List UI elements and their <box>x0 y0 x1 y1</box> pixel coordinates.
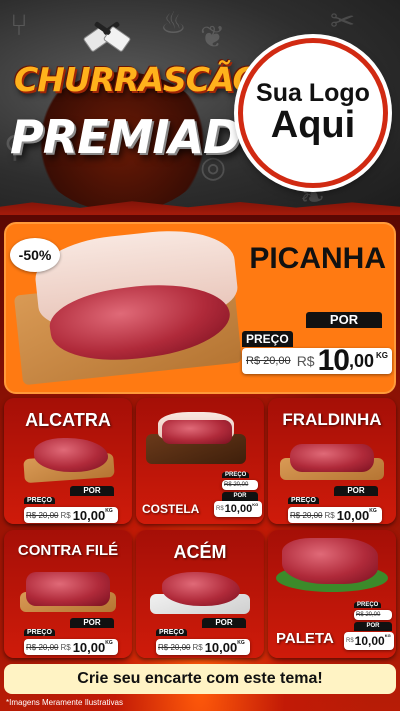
por-label: POR <box>202 618 246 628</box>
product-name: FRALDINHA <box>282 410 382 429</box>
product-name: COSTELA <box>142 502 200 516</box>
currency: R$ <box>324 510 335 520</box>
price-box: POR PREÇO R$ 20,00 R$ 10,00 KG <box>24 618 128 655</box>
price: 10,00 <box>336 507 370 523</box>
price-body: R$ 20,00 R$ 10,00 KG <box>156 639 250 655</box>
hero-unit: KG <box>376 351 388 360</box>
price-body: R$ 10,00 KG <box>214 501 262 517</box>
hero-price-box: POR PREÇO R$ 20,00 R$ 10 ,00 KG <box>242 312 394 377</box>
preco-label: PREÇO <box>222 472 250 478</box>
product-card-acem[interactable]: ACÉM POR PREÇO R$ 20,00 R$ 10,00 KG <box>136 530 264 658</box>
contra-file-image <box>26 572 110 606</box>
old-price: R$ 20,00 <box>158 642 191 652</box>
title-line-1: CHURRASCÃO <box>14 60 261 99</box>
hero-currency: R$ <box>296 353 315 369</box>
unit: KG <box>237 640 245 646</box>
por-label: POR <box>70 486 114 496</box>
price: 10,00 <box>354 634 385 648</box>
title-line-2: PREMIADO <box>10 110 279 164</box>
price-box: POR PREÇO R$ 20,00 R$ 10,00 KG <box>288 486 392 523</box>
por-label: POR <box>354 622 392 631</box>
hero-product-name: PICANHA <box>249 242 386 275</box>
old-price: R$ 20,00 <box>290 510 323 520</box>
hero-product-card[interactable]: PICANHA POR PREÇO R$ 20,00 R$ 10 ,00 KG <box>4 222 396 394</box>
por-label: POR <box>70 618 114 628</box>
preco-label: PREÇO <box>288 497 319 504</box>
preco-label: PREÇO <box>354 602 382 608</box>
logo-text-line-1: Sua Logo <box>256 78 370 107</box>
product-card-alcatra[interactable]: ALCATRA POR PREÇO R$ 20,00 R$ 10,00 KG <box>4 398 132 524</box>
hero-por-label: POR <box>306 312 382 328</box>
price: 10,00 <box>72 507 106 523</box>
price-body: R$ 20,00 R$ 10,00 KG <box>288 507 382 523</box>
price: 10,00 <box>204 639 238 655</box>
cta-banner[interactable]: Crie seu encarte com este tema! <box>4 664 396 694</box>
currency: R$ <box>192 642 203 652</box>
currency: R$ <box>60 642 71 652</box>
old-price: R$ 20,00 <box>26 510 59 520</box>
por-label: POR <box>222 492 258 501</box>
fork-icon: ⑂ <box>10 8 28 43</box>
unit: KG <box>105 508 113 514</box>
unit: KG <box>384 633 391 638</box>
unit: KG <box>369 508 377 514</box>
price-body: R$ 20,00 R$ 10,00 KG <box>24 639 118 655</box>
logo-text-line-2: Aqui <box>270 104 356 147</box>
price-box: PREÇO R$ 20,00 POR R$ 10,00 KG <box>344 602 394 656</box>
price-body: R$ 20,00 R$ 10,00 KG <box>24 507 118 523</box>
product-name: ACÉM <box>173 542 227 562</box>
preco-label: PREÇO <box>24 497 55 504</box>
currency: R$ <box>346 638 354 644</box>
currency: R$ <box>60 510 71 520</box>
hero-preco-label: PREÇO <box>242 331 293 347</box>
old-price: R$ 20,00 <box>356 612 381 618</box>
grill-doodle-icon: ♨ <box>160 6 187 41</box>
tongs-doodle-icon: ✂ <box>330 4 356 39</box>
alcatra-image <box>34 438 108 472</box>
header-divider <box>0 201 400 215</box>
costela-image <box>162 420 232 444</box>
hero-price-int: 10 <box>317 344 350 377</box>
hero-old-price: R$ 20,00 <box>246 355 291 367</box>
old-price-body: R$ 20,00 <box>354 610 392 620</box>
product-card-contra-file[interactable]: CONTRA FILÉ POR PREÇO R$ 20,00 R$ 10,00 … <box>4 530 132 658</box>
acem-image <box>162 572 240 606</box>
disclaimer-text: *Imagens Meramente Ilustrativas <box>6 698 123 707</box>
old-price: R$ 20,00 <box>224 482 249 488</box>
preco-label: PREÇO <box>156 629 187 636</box>
hero-price-dec: ,00 <box>348 351 374 371</box>
currency: R$ <box>216 506 224 512</box>
unit: KG <box>105 640 113 646</box>
old-price: R$ 20,00 <box>26 642 59 652</box>
price: 10,00 <box>224 503 253 515</box>
product-name: ALCATRA <box>25 410 111 430</box>
paleta-image <box>282 538 378 584</box>
price-box: POR PREÇO R$ 20,00 R$ 10,00 KG <box>156 618 260 655</box>
price: 10,00 <box>72 639 106 655</box>
logo-placeholder[interactable]: Sua Logo Aqui <box>238 38 388 188</box>
chicken-doodle-icon: ❦ <box>200 20 226 55</box>
product-card-paleta[interactable]: PALETA PREÇO R$ 20,00 POR R$ 10,00 KG <box>268 530 396 658</box>
por-label: POR <box>334 486 378 496</box>
price-box: POR PREÇO R$ 20,00 R$ 10,00 KG <box>24 486 128 523</box>
hero-price-body: R$ 20,00 R$ 10 ,00 KG <box>242 344 392 377</box>
price-box: PREÇO R$ 20,00 POR R$ 10,00 KG <box>214 472 262 522</box>
fraldinha-image <box>290 444 374 472</box>
price-body: R$ 10,00 KG <box>344 632 394 650</box>
discount-badge: -50% <box>10 238 60 272</box>
preco-label: PREÇO <box>24 629 55 636</box>
product-card-costela[interactable]: COSTELA PREÇO R$ 20,00 POR R$ 10,00 KG <box>136 398 264 524</box>
unit: KG <box>252 502 259 507</box>
product-name: CONTRA FILÉ <box>17 542 119 559</box>
header-banner: ⑂ ♨ ❦ ⚲ ◎ ✂ ❧ ▦ CHURRASCÃO PREMIADO Sua … <box>0 0 400 215</box>
product-card-fraldinha[interactable]: FRALDINHA POR PREÇO R$ 20,00 R$ 10,00 KG <box>268 398 396 524</box>
old-price-body: R$ 20,00 <box>222 480 258 490</box>
product-name: PALETA <box>276 630 334 647</box>
